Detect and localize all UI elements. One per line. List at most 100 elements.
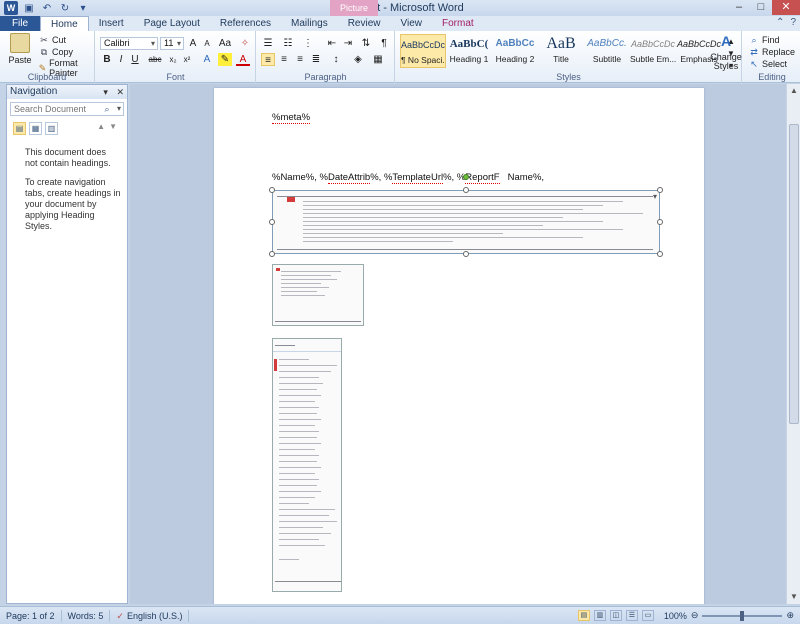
find-button[interactable]: ⌕ Find (748, 34, 779, 46)
style-heading-1[interactable]: AaBbC( Heading 1 (446, 34, 492, 68)
tab-view[interactable]: View (391, 16, 433, 31)
increase-indent-icon[interactable]: ⇥ (341, 37, 355, 50)
zoom-slider[interactable] (702, 610, 783, 621)
picture-2[interactable] (272, 264, 364, 326)
text-effects-icon[interactable]: A (200, 53, 214, 66)
previous-icon[interactable]: ▲ (97, 122, 109, 131)
numbering-icon[interactable]: ☷ (281, 37, 295, 50)
browse-headings-icon[interactable]: ▤ (13, 121, 26, 135)
print-layout-icon[interactable]: ▤ (577, 610, 590, 621)
strikethrough-icon[interactable]: abc (148, 53, 162, 66)
tab-file[interactable]: File (0, 16, 40, 31)
align-left-icon[interactable]: ≡ (261, 53, 275, 66)
fields-placeholder-line[interactable]: %Name%, %DateAttrib%, %TemplateUrl%, %Re… (272, 172, 544, 184)
paste-button[interactable]: Paste (6, 33, 34, 65)
scroll-down-icon[interactable]: ▼ (787, 590, 800, 604)
tab-review[interactable]: Review (338, 16, 391, 31)
shading-icon[interactable]: ◈ (351, 53, 365, 66)
draft-icon[interactable]: ▭ (641, 610, 654, 621)
shrink-font-icon[interactable]: A (200, 37, 214, 50)
document-page[interactable]: %meta% %Name%, %DateAttrib%, %TemplateUr… (214, 88, 704, 604)
minimize-ribbon-icon[interactable]: ⌃ (776, 17, 784, 28)
pane-options-icon[interactable]: ▾ (103, 87, 108, 97)
selected-picture[interactable] (272, 190, 660, 254)
resize-handle-bottom[interactable] (463, 251, 469, 257)
superscript-icon[interactable]: x² (180, 53, 194, 66)
picture-3[interactable] (272, 338, 342, 592)
highlight-icon[interactable]: ✎ (218, 53, 232, 66)
browse-results-icon[interactable]: ▥ (45, 121, 58, 135)
grow-font-icon[interactable]: A (186, 37, 200, 50)
tab-home[interactable]: Home (40, 16, 89, 31)
word-count[interactable]: Words: 5 (62, 609, 111, 622)
rotate-handle-icon[interactable] (463, 174, 469, 180)
search-icon[interactable]: ⌕ (101, 103, 113, 115)
resize-handle-right[interactable] (657, 219, 663, 225)
align-right-icon[interactable]: ≡ (293, 53, 307, 66)
zoom-slider-thumb[interactable] (740, 610, 745, 621)
scroll-up-icon[interactable]: ▲ (787, 84, 800, 98)
tab-format[interactable]: Format (432, 16, 484, 31)
style-title[interactable]: AaB Title (538, 34, 584, 68)
font-size-select[interactable]: 11 (160, 37, 184, 50)
tab-references[interactable]: References (210, 16, 281, 31)
outline-icon[interactable]: ☰ (625, 610, 638, 621)
copy-button[interactable]: ⧉ Copy (38, 46, 73, 58)
resize-handle-left[interactable] (269, 219, 275, 225)
bold-icon[interactable]: B (100, 53, 114, 66)
show-formatting-icon[interactable]: ¶ (377, 37, 391, 50)
zoom-out-icon[interactable]: ⊖ (691, 610, 699, 621)
font-color-icon[interactable]: A (236, 53, 250, 66)
tab-mailings[interactable]: Mailings (281, 16, 338, 31)
clear-formatting-icon[interactable]: ✧ (238, 37, 252, 50)
style-subtitle[interactable]: AaBbCc. Subtitle (584, 34, 630, 68)
ribbon-tabs: File Home Insert Page Layout References … (0, 16, 800, 31)
font-family-select[interactable]: Calibri (100, 37, 158, 50)
style-heading-2[interactable]: AaBbCc Heading 2 (492, 34, 538, 68)
browse-pages-icon[interactable]: ▦ (29, 121, 42, 135)
tab-page-layout[interactable]: Page Layout (134, 16, 210, 31)
tab-insert[interactable]: Insert (89, 16, 134, 31)
resize-handle-top-left[interactable] (269, 187, 275, 193)
resize-handle-top-right[interactable] (657, 187, 663, 193)
underline-icon[interactable]: U (128, 53, 142, 66)
replace-button[interactable]: ⇄ Replace (748, 46, 795, 58)
close-icon[interactable]: ✕ (772, 0, 800, 15)
cut-button[interactable]: ✂ Cut (38, 34, 66, 46)
resize-handle-bottom-left[interactable] (269, 251, 275, 257)
minimize-icon[interactable]: – (728, 0, 750, 15)
web-layout-icon[interactable]: ◫ (609, 610, 622, 621)
close-pane-icon[interactable]: ✕ (116, 87, 124, 97)
next-icon[interactable]: ▼ (109, 122, 121, 131)
multilevel-list-icon[interactable]: ⋮ (301, 37, 315, 50)
search-options-icon[interactable]: ▾ (117, 103, 121, 115)
bullets-icon[interactable]: ☰ (261, 37, 275, 50)
line-spacing-icon[interactable]: ↕ (329, 53, 343, 66)
subscript-icon[interactable]: x₂ (166, 53, 180, 66)
sort-icon[interactable]: ⇅ (359, 37, 373, 50)
vertical-scrollbar[interactable]: ▲ ▼ (786, 84, 800, 604)
change-styles-button[interactable]: A Change Styles (708, 34, 744, 71)
justify-icon[interactable]: ≣ (309, 53, 323, 66)
decrease-indent-icon[interactable]: ⇤ (325, 37, 339, 50)
full-screen-reading-icon[interactable]: ▥ (593, 610, 606, 621)
italic-icon[interactable]: I (114, 53, 128, 66)
help-icon[interactable]: ? (790, 17, 796, 28)
resize-handle-top[interactable] (463, 187, 469, 193)
zoom-level[interactable]: 100% (664, 611, 687, 621)
style-no-spacing[interactable]: AaBbCcDc ¶ No Spaci... (400, 34, 446, 68)
zoom-in-icon[interactable]: ⊕ (786, 610, 794, 621)
select-button[interactable]: ↖ Select (748, 58, 787, 70)
page-count[interactable]: Page: 1 of 2 (0, 609, 62, 622)
scroll-thumb[interactable] (789, 124, 799, 424)
language-indicator[interactable]: ✓ English (U.S.) (110, 609, 190, 622)
document-area[interactable]: %meta% %Name%, %DateAttrib%, %TemplateUr… (130, 84, 786, 604)
change-case-icon[interactable]: Aa (218, 37, 232, 50)
meta-placeholder-line[interactable]: %meta% (272, 112, 311, 124)
style-subtle-emphasis[interactable]: AaBbCcDc Subtle Em... (630, 34, 676, 68)
borders-icon[interactable]: ▦ (371, 53, 385, 66)
search-document-input[interactable]: Search Document ⌕ ▾ (10, 102, 124, 116)
align-center-icon[interactable]: ≡ (277, 53, 291, 66)
maximize-icon[interactable]: □ (750, 0, 772, 15)
resize-handle-bottom-right[interactable] (657, 251, 663, 257)
